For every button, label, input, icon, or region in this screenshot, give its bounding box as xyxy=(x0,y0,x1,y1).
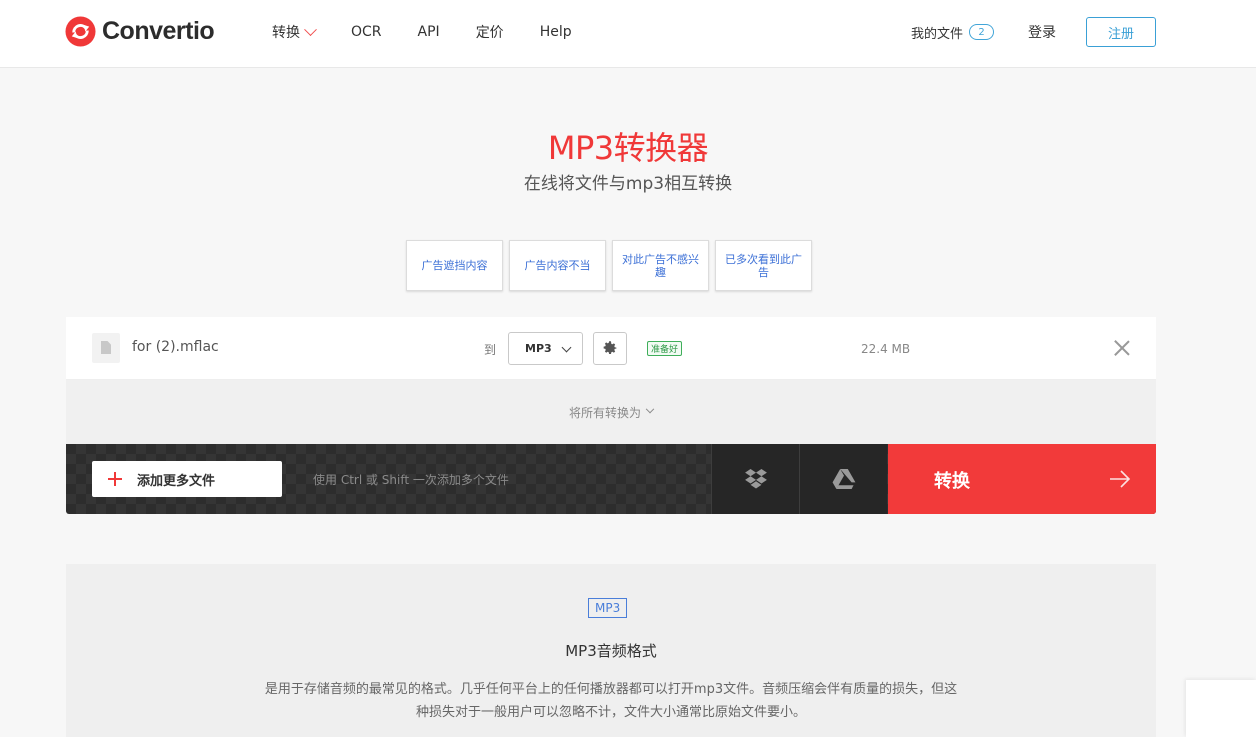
page-subtitle: 在线将文件与mp3相互转换 xyxy=(523,174,733,194)
top-header: Convertio 转换 OCR API 定价 Help 我的文件 2 登录 注… xyxy=(0,0,1256,68)
my-files-link[interactable]: 我的文件 2 xyxy=(911,23,994,42)
ad-feedback-button[interactable]: 已多次看到此广告 xyxy=(715,240,812,291)
nav-api[interactable]: API xyxy=(418,24,440,40)
file-row: for (2).mflac 到 MP3 准备好 22.4 MB xyxy=(66,317,1156,380)
page-title: MP3转换器 xyxy=(547,129,709,167)
nav-pricing[interactable]: 定价 xyxy=(476,22,504,42)
convert-button-label: 转换 xyxy=(934,471,970,492)
convert-button[interactable]: 转换 xyxy=(888,444,1156,514)
nav-pricing-label: 定价 xyxy=(475,25,504,41)
nav-ocr[interactable]: OCR xyxy=(351,24,382,40)
main-nav: 转换 OCR API 定价 Help xyxy=(272,0,608,64)
dropbox-button[interactable] xyxy=(711,444,799,514)
format-description: 是用于存储音频的最常见的格式。几乎任何平台上的任何播放器都可以打开mp3文件。音… xyxy=(264,682,958,720)
file-size: 22.4 MB xyxy=(861,342,911,356)
gear-icon xyxy=(603,341,616,354)
add-files-label: 添加更多文件 xyxy=(137,473,216,489)
ad-feedback-button[interactable]: 广告内容不当 xyxy=(509,240,606,291)
ad-feedback-options: 广告遮挡内容 广告内容不当 对此广告不感兴趣 已多次看到此广告 xyxy=(406,240,812,291)
account-nav: 我的文件 2 登录 注册 xyxy=(911,17,1156,47)
settings-button[interactable] xyxy=(593,332,627,365)
output-format-value: MP3 xyxy=(525,342,552,355)
chevron-down-icon xyxy=(645,404,655,414)
file-name: for (2).mflac xyxy=(132,339,219,355)
google-drive-button[interactable] xyxy=(799,444,887,514)
remove-file-button[interactable] xyxy=(1113,339,1131,357)
nav-ocr-label: OCR xyxy=(351,24,382,40)
logo-icon xyxy=(65,16,96,47)
nav-convert[interactable]: 转换 xyxy=(272,22,317,42)
format-title: MP3音频格式 xyxy=(565,642,657,660)
signup-button[interactable]: 注册 xyxy=(1086,17,1156,47)
brand-logo[interactable]: Convertio xyxy=(65,16,215,47)
nav-api-label: API xyxy=(417,24,440,40)
format-info-section: MP3 MP3音频格式 是用于存储音频的最常见的格式。几乎任何平台上的任何播放器… xyxy=(66,564,1156,737)
plus-icon xyxy=(108,472,122,486)
my-files-label: 我的文件 xyxy=(910,26,963,42)
multi-select-hint: 使用 Ctrl 或 Shift 一次添加多个文件 xyxy=(313,473,509,487)
action-bar: 添加更多文件 使用 Ctrl 或 Shift 一次添加多个文件 转换 xyxy=(66,444,1156,514)
chevron-down-icon xyxy=(561,342,572,353)
output-format-select[interactable]: MP3 xyxy=(508,332,583,365)
status-badge: 准备好 xyxy=(647,341,683,356)
my-files-count-badge: 2 xyxy=(969,24,994,40)
nav-convert-label: 转换 xyxy=(272,25,300,41)
format-badge: MP3 xyxy=(588,598,628,618)
ad-feedback-button[interactable]: 广告遮挡内容 xyxy=(406,240,503,291)
floating-widget[interactable] xyxy=(1186,680,1256,737)
brand-name: Convertio xyxy=(102,17,215,45)
google-drive-icon xyxy=(832,469,855,489)
chevron-down-icon xyxy=(304,22,317,36)
login-link[interactable]: 登录 xyxy=(1028,22,1056,42)
arrow-right-icon xyxy=(1110,470,1131,488)
ad-feedback-button[interactable]: 对此广告不感兴趣 xyxy=(612,240,709,291)
nav-help-label: Help xyxy=(539,24,572,40)
nav-help[interactable]: Help xyxy=(540,24,572,40)
dropbox-icon xyxy=(744,469,767,489)
to-label: 到 xyxy=(484,343,497,357)
convert-all-dropdown[interactable]: 将所有转换为 xyxy=(66,380,1156,444)
add-more-files-button[interactable]: 添加更多文件 xyxy=(92,461,282,497)
converter-panel: for (2).mflac 到 MP3 准备好 22.4 MB 将所有转换为 添… xyxy=(66,317,1156,514)
convert-all-label: 将所有转换为 xyxy=(568,405,641,420)
file-icon xyxy=(92,333,120,363)
